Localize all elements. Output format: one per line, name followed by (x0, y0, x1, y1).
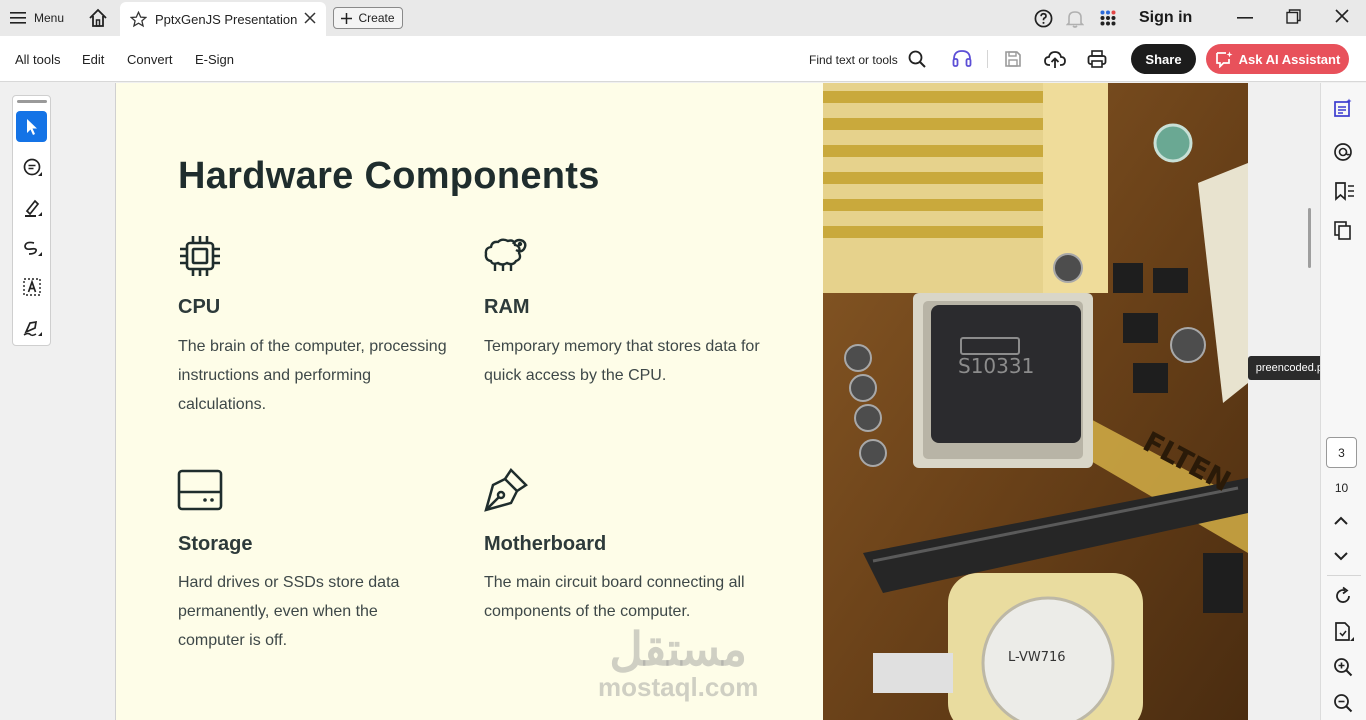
ai-assistant-label: Ask AI Assistant (1238, 51, 1341, 67)
cpu-icon (180, 236, 220, 276)
restore-icon[interactable] (1286, 9, 1301, 24)
help-icon[interactable] (1034, 9, 1053, 28)
apps-grid-icon[interactable] (1100, 10, 1116, 26)
main-toolbar: All tools Edit Convert E-Sign Find text … (0, 36, 1366, 82)
plus-icon (341, 12, 353, 24)
component-desc-cpu: The brain of the computer, processing in… (178, 338, 447, 413)
page-up-icon[interactable] (1333, 515, 1349, 527)
menu-label: Menu (34, 11, 65, 25)
total-pages: 10 (1334, 481, 1349, 495)
bookmarks-icon[interactable] (1333, 181, 1355, 201)
home-icon (89, 8, 107, 27)
ai-summary-icon[interactable] (1333, 98, 1353, 118)
menu-convert[interactable]: Convert (127, 52, 173, 67)
draw-freehand-icon[interactable] (22, 237, 44, 259)
page-export-icon[interactable] (1333, 621, 1355, 643)
close-window-icon[interactable] (1335, 9, 1349, 23)
minimize-icon[interactable] (1237, 17, 1253, 19)
component-desc-storage: Hard drives or SSDs store data permanent… (178, 574, 400, 649)
create-button[interactable]: Create (333, 7, 403, 29)
add-comment-icon[interactable] (22, 157, 44, 179)
chip-label: S10331 (958, 354, 1034, 378)
star-icon[interactable] (130, 11, 147, 28)
ask-ai-assistant-button[interactable]: Ask AI Assistant (1206, 44, 1349, 74)
palette-grip[interactable] (17, 100, 47, 103)
vertical-scrollbar[interactable] (1308, 208, 1311, 268)
toolbar-divider (987, 50, 988, 68)
rotate-icon[interactable] (1333, 586, 1353, 606)
find-text-tools[interactable]: Find text or tools (809, 53, 898, 67)
comments-icon[interactable] (1333, 142, 1353, 162)
rail-divider (1327, 575, 1361, 576)
zoom-in-icon[interactable] (1333, 657, 1353, 677)
menu-edit[interactable]: Edit (82, 52, 104, 67)
watermark-arabic: مستقل (609, 623, 748, 675)
document-tab[interactable]: PptxGenJS Presentation (120, 2, 326, 36)
ai-assistant-icon (1215, 51, 1233, 68)
component-title-ram: RAM (484, 296, 530, 318)
close-tab-icon[interactable] (304, 12, 316, 24)
motherboard-photo: S10331 FLTEN L-VW716 (823, 83, 1248, 720)
quick-tools-palette (12, 95, 51, 346)
storage-icon (177, 469, 223, 511)
component-title-motherboard: Motherboard (484, 533, 607, 555)
component-title-cpu: CPU (178, 296, 221, 318)
page-down-icon[interactable] (1333, 550, 1349, 562)
read-aloud-icon[interactable] (952, 49, 972, 69)
text-box-icon[interactable] (22, 277, 44, 299)
tab-title: PptxGenJS Presentation (155, 12, 298, 27)
menu-all-tools[interactable]: All tools (15, 52, 61, 67)
right-sidebar (1320, 83, 1366, 720)
search-icon[interactable] (908, 50, 926, 68)
notification-bell-icon[interactable] (1066, 9, 1084, 28)
component-desc-ram: Temporary memory that stores data for qu… (484, 338, 760, 384)
component-label-text: L-VW716 (1008, 650, 1066, 665)
menu-button[interactable]: Menu (10, 8, 64, 28)
ram-icon (484, 238, 527, 271)
home-button[interactable] (88, 8, 108, 33)
watermark-latin: mostaql.com (598, 672, 759, 702)
slide-title: Hardware Components (178, 155, 600, 197)
print-icon[interactable] (1087, 49, 1107, 69)
share-button[interactable]: Share (1131, 44, 1196, 74)
component-title-storage: Storage (178, 533, 253, 555)
menu-e-sign[interactable]: E-Sign (195, 52, 234, 67)
sign-in-link[interactable]: Sign in (1139, 9, 1192, 27)
hamburger-icon (10, 12, 26, 24)
cursor-icon (27, 119, 37, 135)
current-page-input[interactable]: 3 (1326, 437, 1357, 468)
create-label: Create (358, 11, 395, 25)
cloud-upload-icon[interactable] (1044, 49, 1066, 69)
highlight-pen-icon[interactable] (22, 197, 44, 219)
select-tool-button[interactable] (16, 111, 47, 142)
pages-thumbnails-icon[interactable] (1333, 220, 1353, 240)
zoom-out-icon[interactable] (1333, 693, 1353, 713)
circuit-board-image: S10331 FLTEN L-VW716 (823, 83, 1248, 720)
motherboard-icon (484, 468, 528, 512)
component-desc-motherboard: The main circuit board connecting all co… (484, 574, 745, 620)
sign-pen-icon[interactable] (22, 317, 44, 339)
watermark: مستقل mostaql.com (598, 625, 758, 701)
title-bar: Menu PptxGenJS Presentation Create Sign … (0, 0, 1366, 36)
save-icon[interactable] (1004, 50, 1022, 68)
